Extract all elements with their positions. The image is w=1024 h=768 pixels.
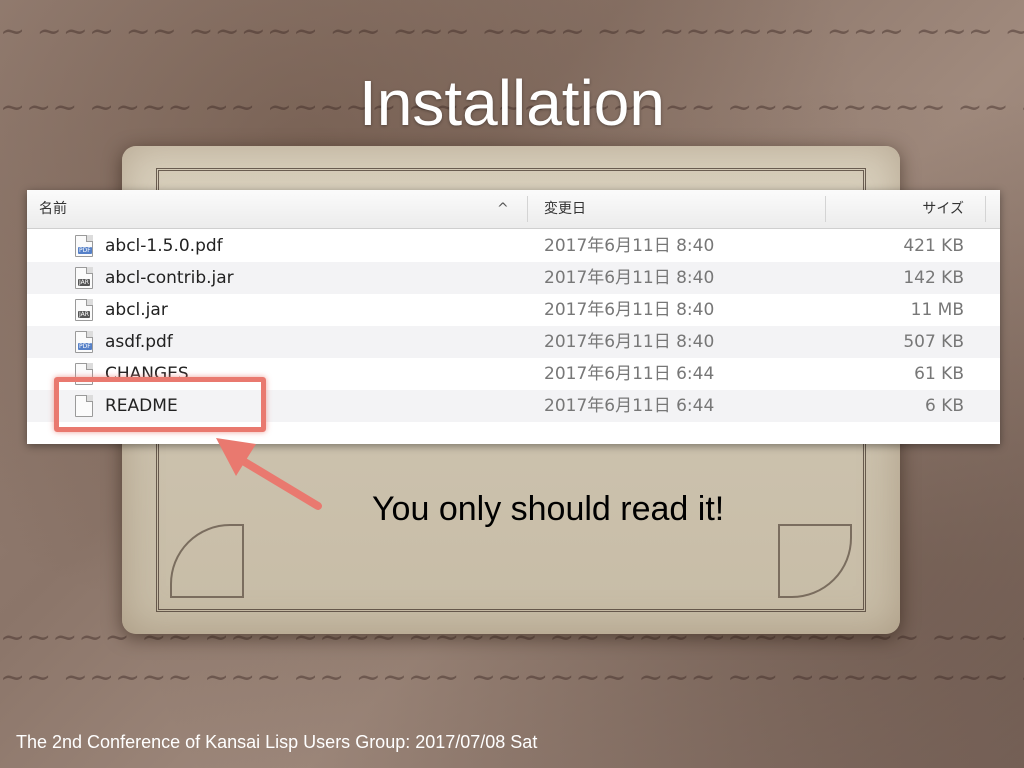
callout-text: You only should read it! <box>372 490 725 528</box>
callout-arrow-icon <box>216 438 322 510</box>
footer-text: The 2nd Conference of Kansai Lisp Users … <box>16 732 538 752</box>
